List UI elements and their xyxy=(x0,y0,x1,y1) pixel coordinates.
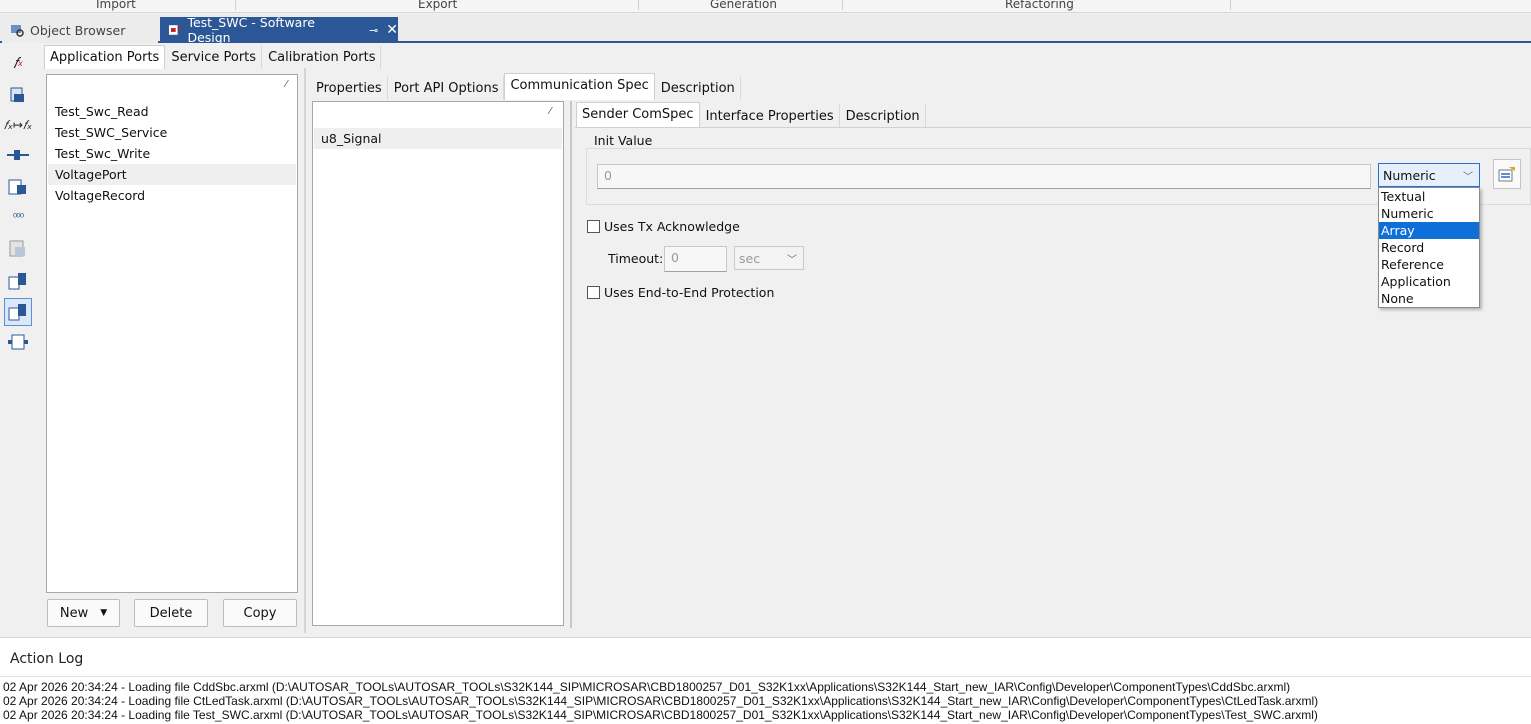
delete-button[interactable]: Delete xyxy=(134,599,208,627)
copy-button[interactable]: Copy xyxy=(223,599,297,627)
splitter[interactable] xyxy=(570,101,572,628)
tab-label: Test_SWC - Software Design xyxy=(187,15,315,45)
chevron-down-icon: ﹀ xyxy=(787,255,797,266)
checkbox-box[interactable] xyxy=(587,220,600,233)
splitter[interactable] xyxy=(304,68,306,633)
timeout-label: Timeout: xyxy=(608,251,664,266)
log-line: 02 Apr 2026 20:34:24 - Loading file Test… xyxy=(3,708,1318,722)
ribbon-group-refactoring: Refactoring xyxy=(1005,0,1074,11)
checkbox-label: Uses End-to-End Protection xyxy=(604,285,775,300)
tab-service-ports[interactable]: Service Ports xyxy=(165,45,263,69)
init-type-select[interactable]: Numeric ﹀ xyxy=(1378,163,1480,187)
list-item[interactable]: VoltageRecord xyxy=(48,185,296,206)
log-line: 02 Apr 2026 20:34:24 - Loading file CtLe… xyxy=(3,694,1319,708)
list-item[interactable]: VoltagePort xyxy=(48,164,296,185)
action-log-title: Action Log xyxy=(10,651,84,667)
new-button[interactable]: New ▼ xyxy=(47,599,120,627)
function-mapping-icon[interactable]: 𝑓ₓ↦𝑓ₓ xyxy=(4,111,32,139)
ribbon-group-generation: Generation xyxy=(710,0,777,11)
port-connector-icon[interactable] xyxy=(4,141,32,169)
dropdown-arrow-icon: ▼ xyxy=(100,608,108,618)
list-item[interactable]: Test_Swc_Write xyxy=(48,143,296,164)
tab-description[interactable]: Description xyxy=(654,76,741,100)
tab-interface-properties[interactable]: Interface Properties xyxy=(699,104,840,128)
tab-application-ports[interactable]: Application Ports xyxy=(44,45,166,69)
detail-tabs: Properties Port API Options Communicatio… xyxy=(310,73,741,100)
option-reference[interactable]: Reference xyxy=(1379,256,1479,273)
timeout-unit-select[interactable]: sec ﹀ xyxy=(734,246,804,270)
checkbox-label: Uses Tx Acknowledge xyxy=(604,219,740,234)
tab-communication-spec[interactable]: Communication Spec xyxy=(504,73,655,100)
port-type-tabs: Application Ports Service Ports Calibrat… xyxy=(44,45,382,69)
init-value-label: Init Value xyxy=(591,133,656,148)
pin-icon[interactable]: ⊸ xyxy=(369,24,378,37)
comspec-tabs: Sender ComSpec Interface Properties Desc… xyxy=(576,102,926,128)
runnables-icon[interactable]: ⁰⁰⁰ xyxy=(4,203,32,231)
timeout-field[interactable]: 0 xyxy=(664,246,727,272)
edit-init-value-button[interactable] xyxy=(1493,159,1521,189)
ribbon-group-export: Export xyxy=(418,0,458,11)
tx-acknowledge-checkbox[interactable]: Uses Tx Acknowledge xyxy=(587,219,740,234)
option-none[interactable]: None xyxy=(1379,290,1479,307)
list-item[interactable]: u8_Signal xyxy=(314,128,562,149)
edit-icon xyxy=(1498,167,1515,182)
option-application[interactable]: Application xyxy=(1379,273,1479,290)
list-item[interactable]: Test_Swc_Read xyxy=(48,101,296,122)
ribbon-group-import: Import xyxy=(96,0,136,11)
option-array[interactable]: Array xyxy=(1379,222,1479,239)
init-type-options: Textual Numeric Array Record Reference A… xyxy=(1378,187,1480,308)
function-icon[interactable]: 𝑓x xyxy=(4,49,32,77)
checkbox-box[interactable] xyxy=(587,286,600,299)
init-value-field[interactable]: 0 xyxy=(597,164,1371,189)
data-type-icon[interactable] xyxy=(4,81,32,109)
tab-sender-comspec[interactable]: Sender ComSpec xyxy=(576,102,700,128)
software-design-icon xyxy=(168,25,181,35)
document-tab-bar: Object Browser Test_SWC - Software Desig… xyxy=(0,14,1531,45)
e2e-protection-checkbox[interactable]: Uses End-to-End Protection xyxy=(587,285,774,300)
tab-software-design[interactable]: Test_SWC - Software Design ⊸ ✕ xyxy=(160,15,398,45)
tab-properties[interactable]: Properties xyxy=(310,76,388,100)
init-type-selected: Numeric xyxy=(1383,168,1436,183)
new-button-label: New xyxy=(59,605,89,621)
tab-object-browser[interactable]: Object Browser xyxy=(2,17,158,43)
ports-list[interactable]: ⁄ Test_Swc_Read Test_SWC_Service Test_Sw… xyxy=(46,74,298,593)
option-numeric[interactable]: Numeric xyxy=(1379,205,1479,222)
software-design-view-icon[interactable] xyxy=(4,298,32,326)
composition-icon[interactable] xyxy=(4,328,32,356)
tab-comspec-description[interactable]: Description xyxy=(839,104,926,128)
chevron-down-icon: ﹀ xyxy=(1463,172,1473,183)
option-record[interactable]: Record xyxy=(1379,239,1479,256)
ribbon-group-bar: Import Export Generation Refactoring xyxy=(0,0,1531,13)
left-toolbar: 𝑓x 𝑓ₓ↦𝑓ₓ ⁰⁰⁰ xyxy=(0,45,38,635)
close-icon[interactable]: ✕ xyxy=(386,22,398,38)
cube-icon[interactable] xyxy=(4,235,32,263)
log-line: 02 Apr 2026 20:34:24 - Loading file CddS… xyxy=(3,680,1291,694)
sort-indicator[interactable]: ⁄ xyxy=(285,79,287,90)
tab-port-api-options[interactable]: Port API Options xyxy=(387,76,505,100)
option-textual[interactable]: Textual xyxy=(1379,188,1479,205)
object-browser-icon xyxy=(11,25,24,37)
tab-label: Object Browser xyxy=(30,22,126,38)
list-item[interactable]: Test_SWC_Service xyxy=(48,122,296,143)
data-element-list[interactable]: ⁄ u8_Signal xyxy=(312,101,564,626)
sort-indicator[interactable]: ⁄ xyxy=(549,106,551,117)
timeout-unit-value: sec xyxy=(739,251,761,266)
action-log: Action Log 02 Apr 2026 20:34:24 - Loadin… xyxy=(0,637,1531,724)
tab-calibration-ports[interactable]: Calibration Ports xyxy=(262,45,382,69)
component-ports-icon[interactable] xyxy=(4,173,32,201)
mapping-table-icon[interactable] xyxy=(4,267,32,295)
